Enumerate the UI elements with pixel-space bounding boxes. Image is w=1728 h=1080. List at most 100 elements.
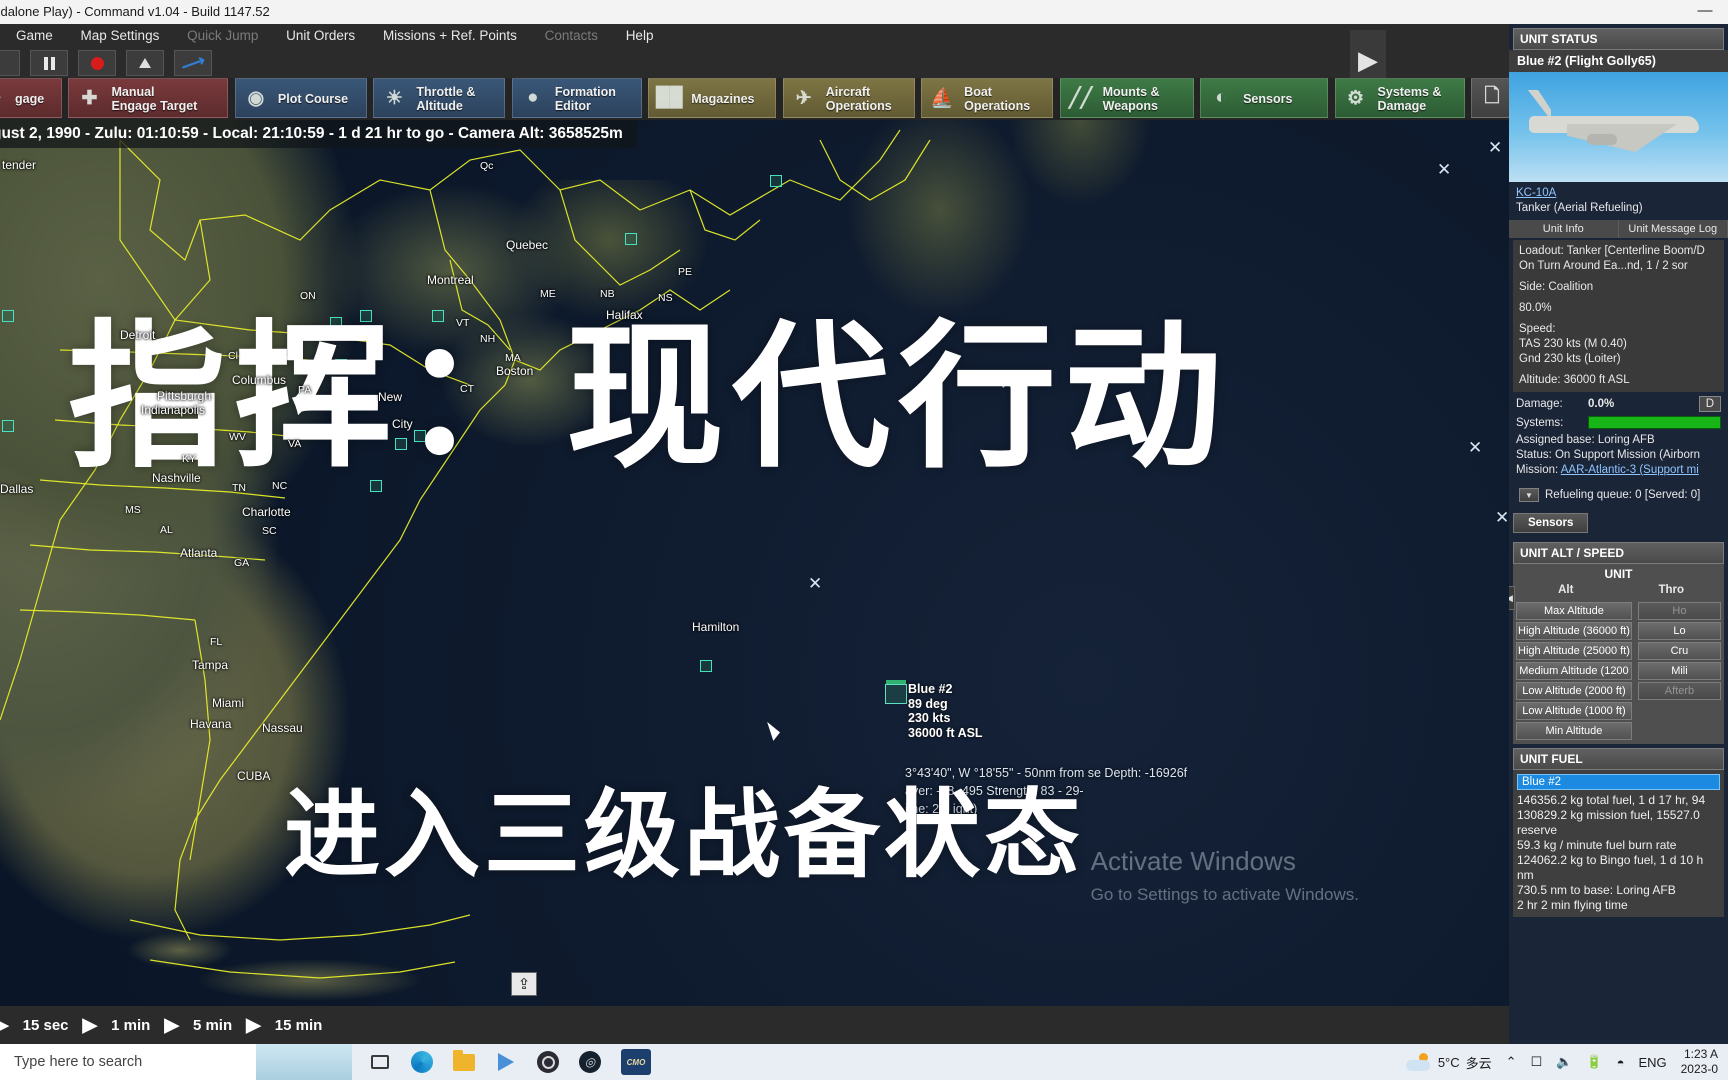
record-button[interactable] — [78, 50, 116, 76]
edge-browser-icon[interactable] — [410, 1050, 434, 1074]
mail-icon[interactable] — [494, 1050, 518, 1074]
selected-unit-symbol[interactable] — [885, 680, 907, 704]
time-step-5-min[interactable]: 5 min — [193, 1017, 232, 1034]
steam-icon[interactable]: ◎ — [578, 1050, 602, 1074]
magazine-icon: ██ — [655, 87, 683, 108]
step-button[interactable]: ⟶ — [174, 50, 212, 76]
systems-damage-button[interactable]: ⚙ Systems & Damage — [1334, 78, 1465, 118]
activate-line-1: Activate Windows — [1090, 846, 1296, 876]
play-arrow-icon-1[interactable]: ▶ — [83, 1014, 98, 1037]
weather-temperature: 5°C — [1437, 1054, 1460, 1070]
tab-unit-message-log[interactable]: Unit Message Log — [1619, 220, 1728, 238]
system-clock[interactable]: 1:23 A 2023-0 — [1681, 1047, 1718, 1077]
side-label: Side: Coalition — [1519, 281, 1594, 293]
mission-label-prefix: Mission: — [1516, 464, 1561, 476]
microphone-icon[interactable]: 🔈 — [1556, 1054, 1572, 1070]
menu-item-missions-ref-points[interactable]: Missions + Ref. Points — [371, 24, 529, 48]
tab-unit-info[interactable]: Unit Info — [1509, 220, 1619, 238]
map-place-label: Miami — [212, 696, 244, 710]
wifi-icon[interactable]: ◓ — [1617, 1055, 1625, 1070]
chevron-up-icon[interactable]: ⌃ — [1506, 1054, 1517, 1070]
alt-option-medium[interactable]: Medium Altitude (1200 — [1516, 662, 1632, 680]
battery-icon[interactable]: 🔋 — [1586, 1054, 1602, 1070]
search-input[interactable]: Type here to search — [0, 1044, 352, 1080]
refueling-queue-row[interactable]: ▼ Refueling queue: 0 [Served: 0] — [1515, 486, 1722, 504]
magazines-button[interactable]: ██ Magazines — [648, 78, 777, 118]
mission-block: Assigned base: Loring AFB Status: On Sup… — [1509, 431, 1728, 482]
alt-option-high-25000[interactable]: High Altitude (25000 ft) — [1516, 642, 1632, 660]
alt-option-max[interactable]: Max Altitude — [1516, 602, 1632, 620]
boat-operations-button[interactable]: ⛵ Boat Operations — [921, 78, 1054, 118]
tactical-map[interactable]: ✕ ✕ ✕ ✕ ✕ ✕ gust 2, 1990 - Zulu: 01:10:5… — [0, 120, 1509, 1020]
weather-widget[interactable]: 5°C 多云 — [1405, 1053, 1492, 1072]
map-bottom-toggle-button[interactable]: ⇪ — [511, 972, 537, 996]
cmano-icon[interactable]: CMO — [620, 1049, 652, 1075]
alt-option-high-36000[interactable]: High Altitude (36000 ft) — [1516, 622, 1632, 640]
chevron-down-icon[interactable]: ▼ — [1519, 488, 1539, 502]
mounts-label2: Weapons — [1102, 99, 1158, 113]
camera-icon[interactable]: ☐ — [1531, 1054, 1543, 1070]
menu-item-map-settings[interactable]: Map Settings — [69, 24, 172, 48]
alt-option-low-1000[interactable]: Low Altitude (1000 ft) — [1516, 702, 1632, 720]
mounts-weapons-button[interactable]: ╱╱ Mounts & Weapons — [1059, 78, 1194, 118]
throttle-option-loiter[interactable]: Lo — [1637, 622, 1721, 640]
map-place-label: NS — [658, 292, 673, 304]
formation-label1: Formation — [554, 85, 616, 99]
sensors-toolbar-button[interactable]: ◐ Sensors — [1200, 78, 1329, 118]
panel-collapse-left-button[interactable]: ◀ — [1509, 586, 1515, 610]
plot-course-button[interactable]: ◉ Plot Course — [234, 78, 367, 118]
language-indicator[interactable]: ENG — [1638, 1055, 1666, 1070]
engage-button-label: gage — [15, 92, 45, 106]
map-place-label: WV — [229, 431, 246, 443]
throttle-altitude-button[interactable]: ☀ Throttle & Altitude — [373, 78, 506, 118]
boat-ops-label2: Operations — [964, 99, 1031, 113]
map-place-label: TN — [232, 482, 246, 494]
throttle-column-header: Thro — [1658, 584, 1685, 596]
play-arrow-icon-0[interactable]: ▶ — [0, 1014, 9, 1037]
gear-icon: ⚙ — [1347, 87, 1365, 109]
manual-engage-target-button[interactable]: ✚ Manual Engage Target — [68, 78, 229, 118]
stop-button[interactable] — [126, 50, 164, 76]
play-arrow-icon-3[interactable]: ▶ — [246, 1014, 261, 1037]
throttle-label2: Altitude — [416, 99, 463, 113]
time-step-1-min[interactable]: 1 min — [111, 1017, 150, 1034]
contact-marker: ✕ — [808, 574, 823, 594]
minimize-button[interactable]: — — [1690, 0, 1720, 24]
pause-icon — [42, 56, 56, 70]
engage-button[interactable]: ✹ gage — [0, 78, 62, 118]
unit-type-link[interactable]: KC-10A — [1516, 187, 1556, 199]
fuel-line: 59.3 kg / minute fuel burn rate — [1517, 838, 1677, 852]
menu-item-quick-jump: Quick Jump — [187, 28, 259, 43]
time-step-15-sec[interactable]: 15 sec — [23, 1017, 69, 1034]
time-step-15-min[interactable]: 15 min — [275, 1017, 323, 1034]
play-button[interactable] — [0, 50, 20, 76]
pause-button[interactable] — [30, 50, 68, 76]
alt-option-min[interactable]: Min Altitude — [1516, 722, 1632, 740]
fuel-unit-selected[interactable]: Blue #2 — [1517, 774, 1720, 790]
map-place-label: KY — [182, 453, 197, 465]
menu-item-unit-orders[interactable]: Unit Orders — [274, 24, 367, 48]
alt-option-low-2000[interactable]: Low Altitude (2000 ft) — [1516, 682, 1632, 700]
menu-item-game[interactable]: Game — [4, 24, 65, 48]
task-view-icon[interactable] — [368, 1050, 392, 1074]
throttle-option-military[interactable]: Mili — [1637, 662, 1721, 680]
aircraft-operations-button[interactable]: ✈ Aircraft Operations — [782, 78, 915, 118]
sun-cloud-icon — [1405, 1053, 1432, 1071]
map-place-label: PA — [298, 384, 312, 396]
obs-icon[interactable] — [536, 1050, 560, 1074]
map-place-label: Detroit — [120, 328, 156, 342]
file-explorer-icon[interactable] — [452, 1049, 476, 1074]
map-place-label: CT — [460, 383, 474, 395]
play-arrow-icon-2[interactable]: ▶ — [164, 1014, 179, 1037]
systems-health-bar — [1588, 416, 1721, 429]
formation-editor-button[interactable]: ● Formation Editor — [511, 78, 642, 118]
throttle-options-column: Ho Lo Cru Mili Afterb — [1635, 602, 1724, 744]
trapezoid-icon — [139, 58, 151, 68]
map-place-label: Cl — [228, 350, 238, 362]
menu-item-help[interactable]: Help — [614, 24, 666, 48]
mission-link[interactable]: AAR-Atlantic-3 (Support mi — [1561, 464, 1699, 476]
fuel-line: 124062.2 kg to Bingo fuel, 1 d 10 h — [1517, 853, 1704, 867]
throttle-option-cruise[interactable]: Cru — [1637, 642, 1721, 660]
damage-detail-button[interactable]: D — [1698, 396, 1721, 412]
sensors-panel-button[interactable]: Sensors — [1513, 513, 1589, 533]
